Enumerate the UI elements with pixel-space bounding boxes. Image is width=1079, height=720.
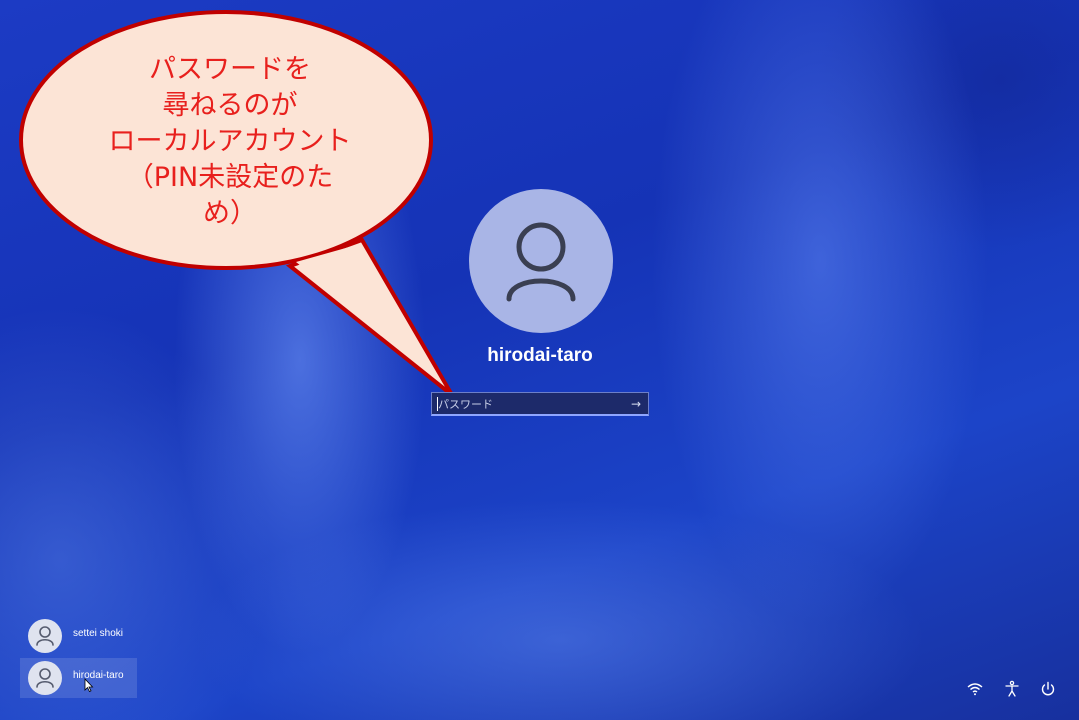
callout-line: パスワードを: [149, 54, 311, 85]
user-list-item-hirodai-taro[interactable]: hirodai-taro: [20, 658, 137, 698]
callout-line: （PIN未設定のた: [126, 162, 334, 193]
avatar: [28, 661, 62, 695]
arrow-right-icon[interactable]: →: [627, 395, 645, 413]
accessibility-icon[interactable]: [1002, 679, 1022, 699]
callout-line: め）: [203, 198, 257, 229]
lock-screen: パスワードを 尋ねるのが ローカルアカウント （PIN未設定のた め） hiro…: [0, 0, 1079, 720]
user-list-item-label: settei shoki: [73, 628, 124, 639]
user-list-item-settei-shoki[interactable]: settei shoki: [20, 616, 137, 656]
person-icon: [36, 626, 54, 646]
person-icon: [506, 222, 576, 302]
callout-line: ローカルアカウント: [108, 126, 352, 157]
callout-text: パスワードを 尋ねるのが ローカルアカウント （PIN未設定のた め）: [70, 52, 390, 232]
person-icon: [36, 668, 54, 688]
password-field[interactable]: →: [431, 392, 649, 416]
power-icon[interactable]: [1038, 679, 1058, 699]
avatar: [28, 619, 62, 653]
user-avatar: [469, 189, 613, 333]
mouse-pointer-icon: [84, 678, 94, 692]
password-input[interactable]: [438, 394, 618, 414]
wifi-icon[interactable]: [965, 679, 985, 699]
username-label: hirodai-taro: [487, 345, 593, 366]
callout-line: 尋ねるのが: [162, 90, 298, 121]
user-list-item-label: hirodai-taro: [73, 670, 124, 681]
